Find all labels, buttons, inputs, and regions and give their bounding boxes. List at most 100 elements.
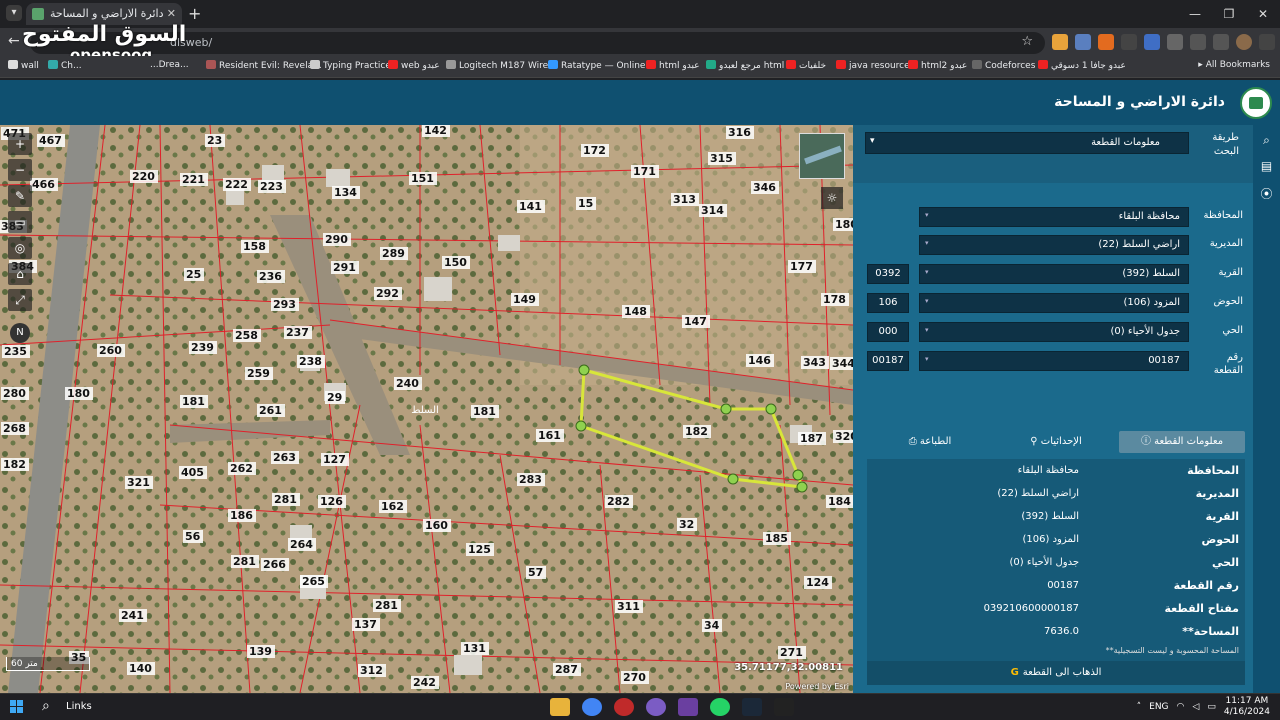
parcel-number-label[interactable]: 291: [333, 261, 356, 274]
bookmark-item[interactable]: عبدو جافا 1 دسوقي: [1038, 60, 1126, 71]
wifi-icon[interactable]: ◠: [1177, 702, 1185, 712]
parcel-number-label[interactable]: 289: [382, 247, 405, 260]
parcel-number-label[interactable]: 271: [780, 646, 803, 659]
tab-search-button[interactable]: ▾: [6, 5, 22, 21]
zoom-in-button[interactable]: +: [8, 133, 32, 155]
windows-start-icon[interactable]: [10, 700, 24, 714]
tray-chevron-icon[interactable]: ˄: [1137, 702, 1142, 712]
parcel-number-label[interactable]: 220: [132, 170, 155, 183]
close-window-icon[interactable]: ✕: [1246, 0, 1280, 28]
extension-icon[interactable]: [1075, 34, 1091, 50]
locate-icon[interactable]: ◎: [8, 237, 32, 259]
extension-icon[interactable]: [1052, 34, 1068, 50]
parcel-number-label[interactable]: 235: [4, 345, 27, 358]
bookmark-item[interactable]: html2 عبدو: [908, 60, 967, 71]
parcel-number-label[interactable]: 150: [444, 256, 467, 269]
volume-icon[interactable]: ◁: [1192, 702, 1199, 712]
parcel-number-label[interactable]: 268: [3, 422, 26, 435]
bookmark-star-icon[interactable]: ☆: [1021, 34, 1033, 49]
tab-close-icon[interactable]: ✕: [167, 7, 176, 20]
parcel-number-label[interactable]: 344: [832, 357, 853, 370]
parcel-number-label[interactable]: 134: [334, 186, 357, 199]
parcel-number-label[interactable]: 237: [286, 326, 309, 339]
parcel-number-label[interactable]: 346: [753, 181, 776, 194]
maximize-icon[interactable]: ❐: [1212, 0, 1246, 28]
new-tab-button[interactable]: +: [188, 4, 201, 23]
parcel-number-label[interactable]: 292: [376, 287, 399, 300]
vertex-point[interactable]: [792, 469, 804, 481]
parcel-number-label[interactable]: 239: [191, 341, 214, 354]
parcel-number-label[interactable]: 311: [617, 600, 640, 613]
home-icon[interactable]: ⌂: [8, 263, 32, 285]
parcel-number-label[interactable]: 312: [360, 664, 383, 677]
parcel-number-label[interactable]: 131: [463, 642, 486, 655]
parcel-number-label[interactable]: 141: [519, 200, 542, 213]
parcel-number-label[interactable]: 321: [127, 476, 150, 489]
bookmark-item[interactable]: java resource: [836, 60, 910, 71]
parcel-number-label[interactable]: 126: [320, 495, 343, 508]
map-canvas[interactable]: 4714672314217231631517131331434618017717…: [0, 125, 853, 693]
parcel-number-label[interactable]: 149: [513, 293, 536, 306]
brightness-icon[interactable]: ☼: [821, 187, 843, 209]
all-bookmarks-button[interactable]: ▸ All Bookmarks: [1198, 60, 1270, 70]
village-code-input[interactable]: 0392: [867, 264, 909, 284]
search-method-select[interactable]: ▾ معلومات القطعة: [865, 132, 1189, 154]
parcel-number-label[interactable]: 151: [411, 172, 434, 185]
parcel-number-label[interactable]: 178: [823, 293, 846, 306]
parcel-number-label[interactable]: 263: [273, 451, 296, 464]
draw-pen-icon[interactable]: ✎: [8, 185, 32, 207]
parcel-number-label[interactable]: 180: [67, 387, 90, 400]
whatsapp-icon[interactable]: [710, 698, 730, 716]
parcel-number-label[interactable]: 270: [623, 671, 646, 684]
parcel-number-label[interactable]: 29: [327, 391, 342, 404]
parcel-number-label[interactable]: 241: [121, 609, 144, 622]
parcel-number-label[interactable]: 177: [790, 260, 813, 273]
parcel-number-label[interactable]: 124: [806, 576, 829, 589]
parcel-number-label[interactable]: 57: [528, 566, 543, 579]
minimize-icon[interactable]: —: [1178, 0, 1212, 28]
parcel-number-label[interactable]: 240: [396, 377, 419, 390]
parcel-number-label[interactable]: 186: [230, 509, 253, 522]
vertex-point[interactable]: [765, 403, 777, 415]
tab-coordinates[interactable]: ⚲ الإحداثيات: [993, 431, 1119, 453]
parcel-number-label[interactable]: 260: [99, 344, 122, 357]
parcel-number-label[interactable]: 139: [249, 645, 272, 658]
parcel-number-label[interactable]: 181: [473, 405, 496, 418]
parcel-number-label[interactable]: 140: [129, 662, 152, 675]
minimap-thumbnail[interactable]: [799, 133, 845, 179]
vertex-point[interactable]: [578, 364, 590, 376]
bookmark-item[interactable]: Typing Practice: [310, 60, 391, 71]
parcel-number-label[interactable]: 222: [225, 178, 248, 191]
basin-select[interactable]: ▾ المزود (106): [919, 293, 1189, 313]
layers-icon[interactable]: ▤: [1253, 159, 1280, 177]
parcel-number-label[interactable]: 281: [274, 493, 297, 506]
parcel-number-label[interactable]: 171: [633, 165, 656, 178]
puzzle-icon[interactable]: [1167, 34, 1183, 50]
parcel-number-label[interactable]: 25: [186, 268, 201, 281]
parcel-number-label[interactable]: 287: [555, 663, 578, 676]
bookmark-item[interactable]: Codeforces: [972, 60, 1035, 71]
parcel-number-label[interactable]: 265: [302, 575, 325, 588]
parcel-number-label[interactable]: 283: [519, 473, 542, 486]
bookmark-item[interactable]: Resident Evil: Revela...: [206, 60, 322, 71]
parcel-number-label[interactable]: 184: [828, 495, 851, 508]
file-explorer-icon[interactable]: [550, 698, 570, 716]
parcel-number-label[interactable]: 315: [710, 152, 733, 165]
zoom-out-button[interactable]: −: [8, 159, 32, 181]
vertex-point[interactable]: [727, 473, 739, 485]
parcel-number-label[interactable]: 137: [354, 618, 377, 631]
parcel-number-label[interactable]: 161: [538, 429, 561, 442]
taskbar-links[interactable]: Links: [66, 701, 92, 712]
compass-icon[interactable]: N: [10, 323, 30, 343]
parcel-number-label[interactable]: 15: [578, 197, 593, 210]
taskbar-search-icon[interactable]: ⌕: [42, 698, 50, 714]
discord-icon[interactable]: [646, 698, 666, 716]
parcel-number-label[interactable]: 313: [673, 193, 696, 206]
parcel-number-label[interactable]: 261: [259, 404, 282, 417]
parcel-number-label[interactable]: 34: [704, 619, 720, 632]
steam-icon[interactable]: [742, 698, 762, 716]
tab-print[interactable]: ⎙ الطباعة: [867, 431, 993, 453]
extent-icon[interactable]: ⤢: [8, 289, 32, 311]
parcel-number-label[interactable]: 314: [701, 204, 724, 217]
parcel-number-label[interactable]: 290: [325, 233, 348, 246]
